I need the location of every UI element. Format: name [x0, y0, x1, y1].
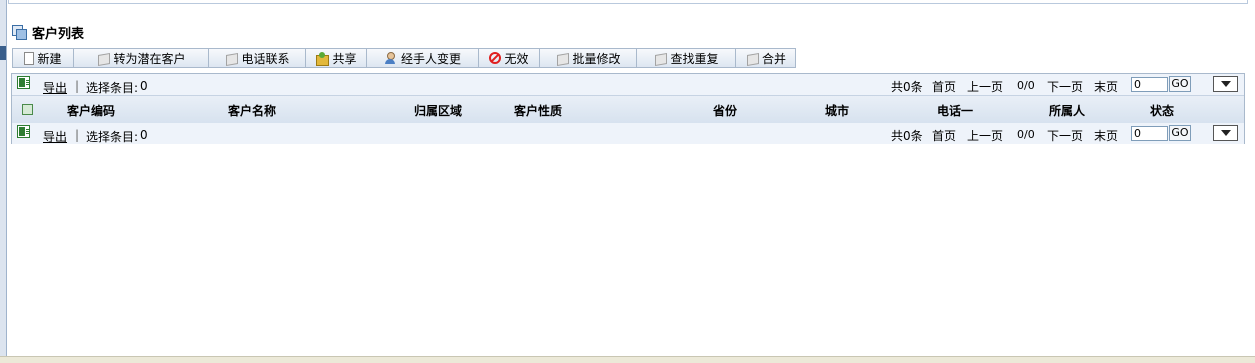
cube-icon — [653, 52, 667, 65]
select-count-label: 选择条目: — [86, 130, 139, 144]
page-indicator: 0/0 — [1017, 79, 1035, 92]
select-count-value: 0 — [140, 79, 148, 93]
ban-icon — [489, 52, 502, 64]
convert-to-potential-button[interactable]: 转为潜在客户 — [73, 48, 208, 68]
col-status[interactable]: 状态 — [1150, 102, 1174, 119]
col-province[interactable]: 省份 — [713, 102, 737, 119]
splitter-grip[interactable] — [0, 46, 6, 60]
merge-button-label: 合并 — [761, 51, 786, 66]
new-button-label: 新建 — [37, 51, 62, 66]
user-icon — [384, 51, 398, 65]
select-count-label: 选择条目: — [86, 81, 139, 95]
separator: | — [75, 79, 80, 93]
find-duplicates-label: 查找重复 — [670, 51, 719, 66]
batch-edit-button[interactable]: 批量修改 — [539, 48, 636, 68]
share-icon — [315, 51, 330, 66]
last-page-link[interactable]: 末页 — [1094, 127, 1118, 144]
cube-icon — [745, 52, 759, 65]
find-duplicates-button[interactable]: 查找重复 — [636, 48, 735, 68]
change-handler-button[interactable]: 经手人变更 — [366, 48, 478, 68]
excel-icon[interactable] — [17, 125, 30, 138]
go-button[interactable]: GO — [1169, 76, 1191, 92]
export-link[interactable]: 导出 — [43, 128, 67, 145]
change-handler-label: 经手人变更 — [400, 51, 461, 66]
page-size-dropdown[interactable] — [1213, 76, 1238, 92]
invalid-button-label: 无效 — [504, 51, 529, 66]
merge-button[interactable]: 合并 — [735, 48, 796, 68]
col-region[interactable]: 归属区域 — [414, 102, 462, 119]
page-number-input[interactable]: 0 — [1131, 77, 1168, 92]
prev-page-link[interactable]: 上一页 — [967, 127, 1003, 144]
toolbar: 新建 转为潜在客户 电话联系 共享 经手人变更 无效 批量修改 查找重复 合并 — [12, 48, 796, 68]
separator: | — [75, 128, 80, 142]
page-number-input[interactable]: 0 — [1131, 126, 1168, 141]
col-customer-type[interactable]: 客户性质 — [514, 102, 562, 119]
batch-edit-label: 批量修改 — [572, 51, 621, 66]
excel-icon[interactable] — [17, 76, 30, 89]
total-count: 共0条 — [891, 80, 923, 94]
select-count-value: 0 — [140, 128, 148, 142]
page-size-dropdown[interactable] — [1213, 125, 1238, 141]
page-indicator: 0/0 — [1017, 128, 1035, 141]
col-phone1[interactable]: 电话一 — [937, 102, 973, 119]
page-title: 客户列表 — [32, 26, 85, 42]
list-window-icon — [12, 25, 27, 40]
left-splitter[interactable] — [0, 0, 7, 362]
col-customer-name[interactable]: 客户名称 — [228, 102, 276, 119]
go-button[interactable]: GO — [1169, 125, 1191, 141]
table-header: 客户编码 客户名称 归属区域 客户性质 省份 城市 电话一 所属人 状态 — [12, 96, 1244, 124]
cube-icon — [555, 52, 569, 65]
next-page-link[interactable]: 下一页 — [1047, 78, 1083, 95]
select-all-checkbox[interactable] — [22, 104, 33, 115]
page-header: 客户列表 — [12, 22, 84, 42]
convert-button-label: 转为潜在客户 — [113, 51, 186, 66]
invalid-button[interactable]: 无效 — [478, 48, 539, 68]
share-button-label: 共享 — [332, 51, 357, 66]
phone-contact-button[interactable]: 电话联系 — [208, 48, 305, 68]
last-page-link[interactable]: 末页 — [1094, 78, 1118, 95]
phone-button-label: 电话联系 — [241, 51, 290, 66]
new-document-icon — [24, 51, 35, 65]
total-count: 共0条 — [891, 129, 923, 143]
pager-top: 导出 | 选择条目: 0 共0条 首页 上一页 0/0 下一页 末页 0 GO — [12, 74, 1244, 96]
col-city[interactable]: 城市 — [825, 102, 849, 119]
prev-page-link[interactable]: 上一页 — [967, 78, 1003, 95]
cube-icon — [96, 52, 110, 65]
first-page-link[interactable]: 首页 — [932, 78, 956, 95]
share-button[interactable]: 共享 — [305, 48, 366, 68]
top-panel — [8, 0, 1248, 4]
first-page-link[interactable]: 首页 — [932, 127, 956, 144]
cube-icon — [224, 52, 238, 65]
col-customer-code[interactable]: 客户编码 — [67, 102, 115, 119]
col-owner[interactable]: 所属人 — [1049, 102, 1085, 119]
export-link[interactable]: 导出 — [43, 79, 67, 96]
customer-grid: 导出 | 选择条目: 0 共0条 首页 上一页 0/0 下一页 末页 0 GO … — [11, 73, 1245, 144]
new-button[interactable]: 新建 — [12, 48, 73, 68]
next-page-link[interactable]: 下一页 — [1047, 127, 1083, 144]
pager-bottom: 导出 | 选择条目: 0 共0条 首页 上一页 0/0 下一页 末页 0 GO — [12, 123, 1244, 144]
